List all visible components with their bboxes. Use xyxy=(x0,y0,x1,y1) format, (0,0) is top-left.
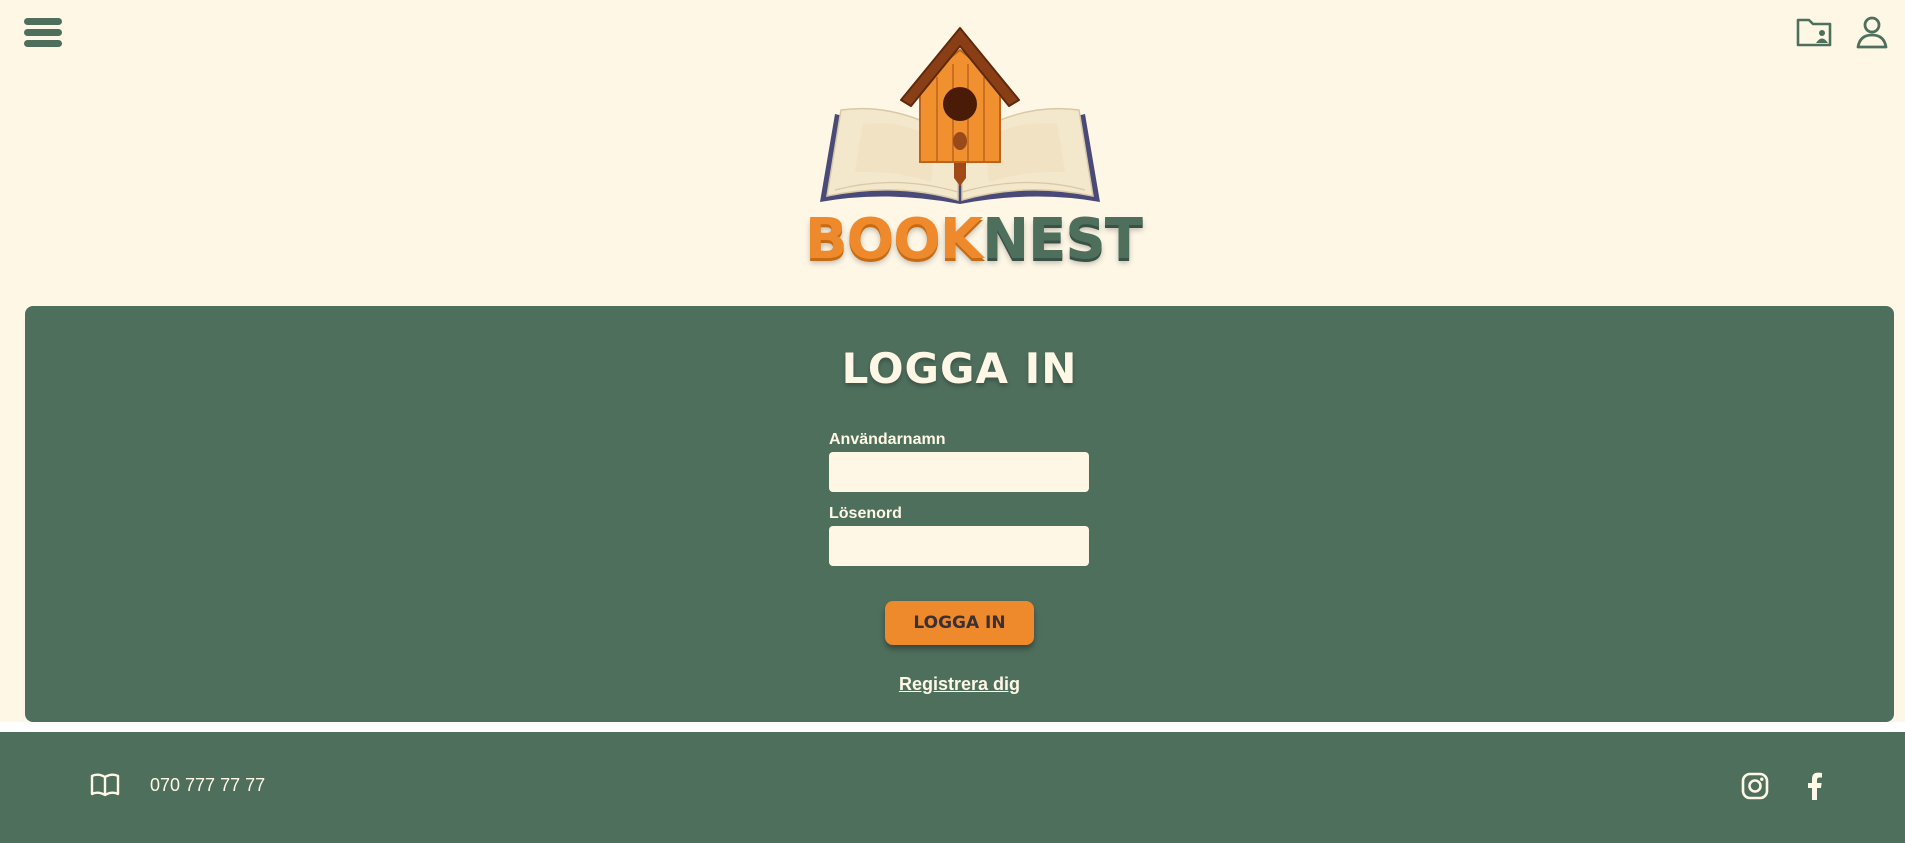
username-input[interactable] xyxy=(829,452,1089,492)
open-book-icon xyxy=(90,773,120,797)
instagram-icon[interactable] xyxy=(1741,772,1769,800)
username-label: Användarnamn xyxy=(829,431,946,448)
booknest-logo[interactable]: BOOKNEST xyxy=(805,22,1143,282)
password-input[interactable] xyxy=(829,526,1089,566)
facebook-icon[interactable] xyxy=(1805,772,1823,800)
logo-word-nest: NEST xyxy=(982,207,1143,272)
login-button[interactable]: LOGGA IN xyxy=(885,601,1034,645)
user-icon[interactable] xyxy=(1853,14,1891,50)
user-folder-icon[interactable] xyxy=(1795,14,1833,50)
birdhouse-book-illustration xyxy=(820,27,1100,204)
logo-wordmark: BOOKNEST xyxy=(805,207,1143,272)
footer-phone: 070 777 77 77 xyxy=(150,775,266,795)
hamburger-menu-icon[interactable] xyxy=(24,18,62,52)
footer-divider xyxy=(0,722,1905,732)
logo-word-book: BOOK xyxy=(805,207,983,272)
footer: 070 777 77 77 xyxy=(0,732,1905,843)
header-actions xyxy=(1795,14,1891,50)
register-link[interactable]: Registrera dig xyxy=(25,674,1894,695)
page: BOOKNEST LOGGA IN Användarnamn Lösenord … xyxy=(0,0,1905,843)
password-label: Lösenord xyxy=(829,505,902,522)
login-panel: LOGGA IN Användarnamn Lösenord LOGGA IN … xyxy=(25,306,1894,722)
login-title: LOGGA IN xyxy=(841,344,1078,393)
